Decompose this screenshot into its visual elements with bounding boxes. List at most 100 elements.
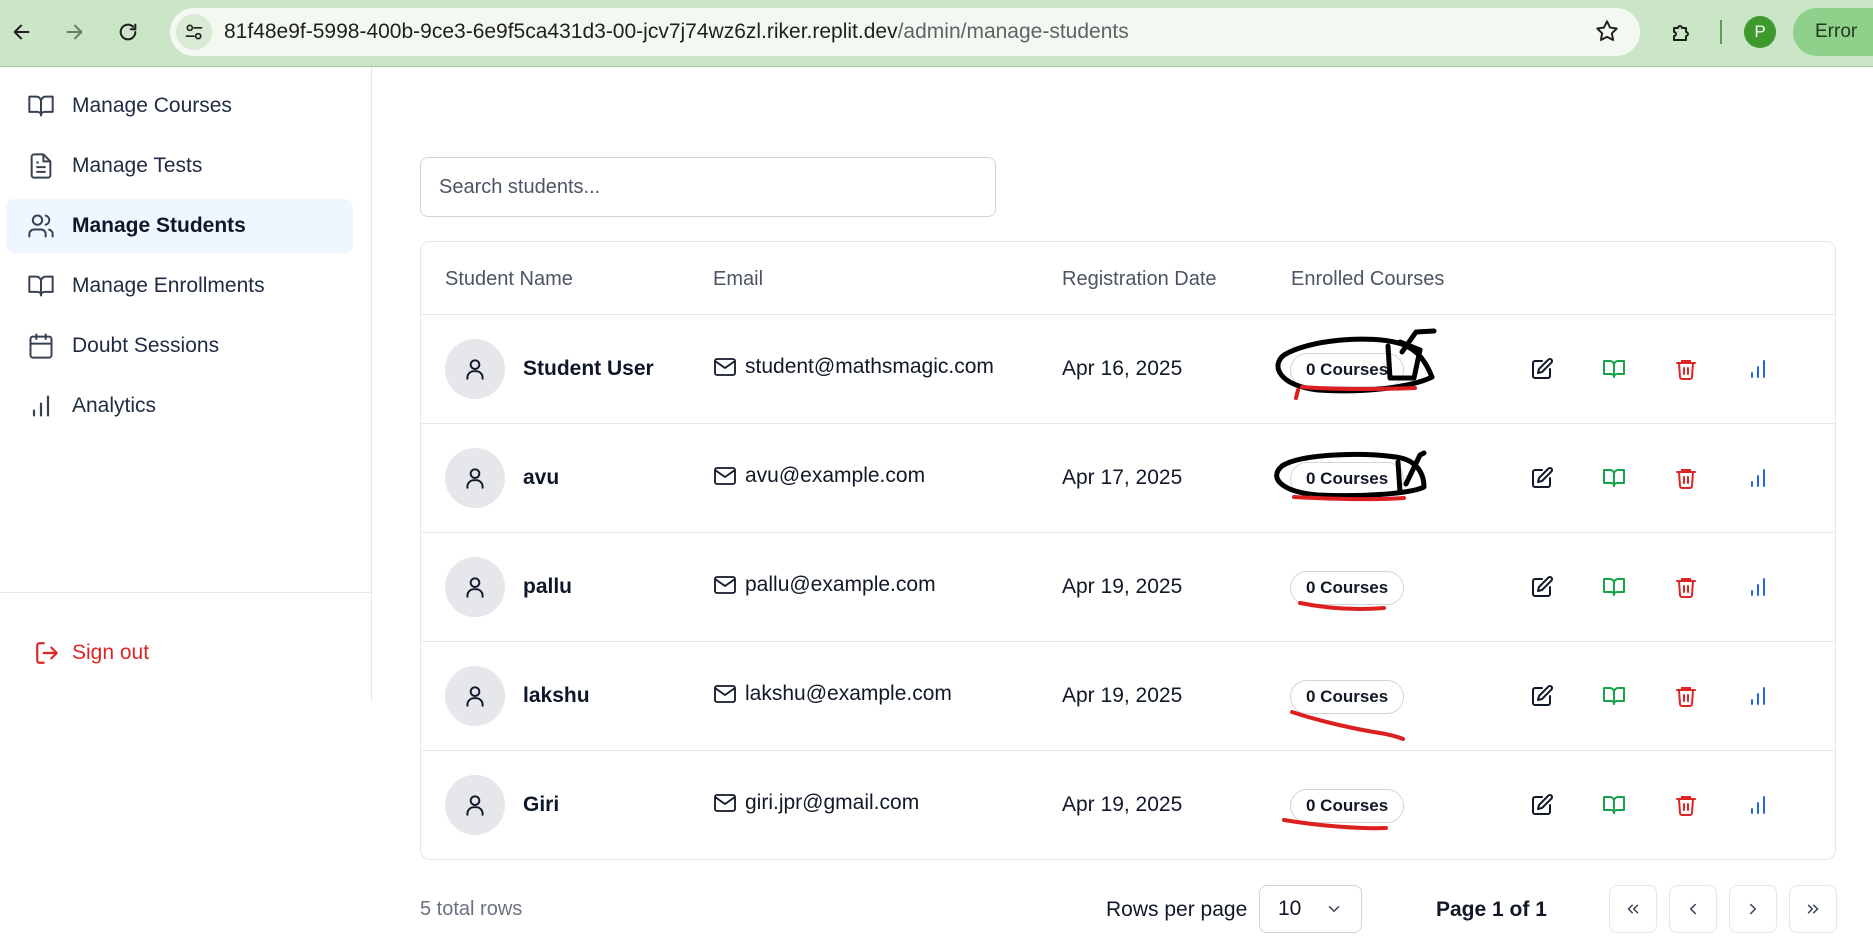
delete-student-button[interactable] bbox=[1670, 680, 1702, 712]
chevron-left-icon bbox=[1689, 903, 1696, 915]
error-button[interactable]: Error bbox=[1793, 8, 1873, 56]
sidebar-item-manage-courses[interactable]: Manage Courses bbox=[6, 79, 353, 133]
edit-student-button[interactable] bbox=[1526, 353, 1558, 385]
chevrons-left-icon bbox=[1627, 904, 1639, 914]
bookmark-star-button[interactable] bbox=[1594, 18, 1620, 44]
bar-chart-icon bbox=[26, 391, 56, 421]
book-open-icon bbox=[26, 271, 56, 301]
trash-icon bbox=[1674, 793, 1698, 817]
enrolled-courses-badge: 0 Courses bbox=[1290, 680, 1405, 714]
trash-icon bbox=[1674, 684, 1698, 708]
delete-student-button[interactable] bbox=[1670, 789, 1702, 821]
sidebar: Manage Courses Manage Tests Manage Stude… bbox=[0, 67, 372, 702]
previous-page-button[interactable] bbox=[1669, 885, 1717, 933]
delete-student-button[interactable] bbox=[1670, 571, 1702, 603]
edit-icon bbox=[1530, 466, 1554, 490]
extensions-button[interactable] bbox=[1664, 14, 1700, 50]
next-page-button[interactable] bbox=[1729, 885, 1777, 933]
student-analytics-button[interactable] bbox=[1742, 680, 1774, 712]
url-host: 81f48e9f-5998-400b-9ce3-6e9f5ca431d3-00-… bbox=[224, 20, 898, 43]
student-analytics-button[interactable] bbox=[1742, 789, 1774, 821]
email-text: lakshu@example.com bbox=[745, 682, 952, 705]
users-icon bbox=[26, 211, 56, 241]
last-page-button[interactable] bbox=[1789, 885, 1837, 933]
enrolled-courses-badge: 0 Courses bbox=[1290, 353, 1405, 387]
email-text: pallu@example.com bbox=[745, 573, 936, 596]
page-indicator: Page 1 of 1 bbox=[1436, 898, 1547, 921]
sidebar-item-doubt-sessions[interactable]: Doubt Sessions bbox=[6, 319, 353, 373]
table-header: Student Name Email Registration Date Enr… bbox=[421, 242, 1835, 315]
enrolled-courses-badge: 0 Courses bbox=[1290, 571, 1405, 605]
manage-enrollment-button[interactable] bbox=[1598, 680, 1630, 712]
first-page-button[interactable] bbox=[1609, 885, 1657, 933]
site-info-button[interactable] bbox=[176, 14, 212, 50]
student-email: giri.jpr@gmail.com bbox=[713, 791, 919, 815]
mail-icon bbox=[713, 464, 737, 488]
sidebar-item-manage-tests[interactable]: Manage Tests bbox=[6, 139, 353, 193]
email-text: giri.jpr@gmail.com bbox=[745, 791, 920, 814]
rows-per-page-value: 10 bbox=[1278, 897, 1302, 920]
search-students-input[interactable] bbox=[420, 157, 996, 217]
students-table: Student Name Email Registration Date Enr… bbox=[420, 241, 1836, 860]
column-header-registration-date[interactable]: Registration Date bbox=[1062, 268, 1217, 291]
star-icon bbox=[1596, 20, 1618, 41]
column-header-student-name[interactable]: Student Name bbox=[445, 268, 573, 291]
table-row: Student User student@mathsmagic.com Apr 16… bbox=[421, 315, 1835, 424]
registration-date: Apr 19, 2025 bbox=[1062, 684, 1183, 707]
back-button[interactable] bbox=[4, 14, 40, 50]
delete-student-button[interactable] bbox=[1670, 353, 1702, 385]
table-row: Giri giri.jpr@gmail.com Apr 19, 2025 0 Cour… bbox=[421, 751, 1835, 859]
manage-enrollment-button[interactable] bbox=[1598, 462, 1630, 494]
sidebar-item-label: Manage Tests bbox=[72, 154, 203, 177]
bar-chart-icon bbox=[1746, 575, 1770, 599]
student-email: lakshu@example.com bbox=[713, 682, 952, 706]
rows-per-page-select[interactable]: 10 bbox=[1259, 885, 1362, 933]
url-path: /admin/manage-students bbox=[897, 20, 1129, 43]
trash-icon bbox=[1674, 357, 1698, 381]
manage-enrollment-button[interactable] bbox=[1598, 571, 1630, 603]
address-bar[interactable]: 81f48e9f-5998-400b-9ce3-6e9f5ca431d3-00-… bbox=[170, 8, 1640, 56]
column-header-enrolled-courses[interactable]: Enrolled Courses bbox=[1291, 268, 1444, 291]
student-analytics-button[interactable] bbox=[1742, 571, 1774, 603]
enrolled-courses-badge: 0 Courses bbox=[1290, 462, 1405, 496]
sidebar-item-analytics[interactable]: Analytics bbox=[6, 379, 353, 433]
edit-icon bbox=[1530, 575, 1554, 599]
bar-chart-icon bbox=[1746, 793, 1770, 817]
column-header-email[interactable]: Email bbox=[713, 268, 763, 291]
registration-date: Apr 17, 2025 bbox=[1062, 466, 1183, 489]
student-analytics-button[interactable] bbox=[1742, 353, 1774, 385]
book-open-icon bbox=[1602, 357, 1626, 381]
table-row: lakshu lakshu@example.com Apr 19, 2025 0 Co… bbox=[421, 642, 1835, 751]
reload-icon bbox=[119, 23, 137, 41]
edit-student-button[interactable] bbox=[1526, 571, 1558, 603]
user-avatar-icon bbox=[445, 448, 505, 508]
trash-icon bbox=[1674, 466, 1698, 490]
delete-student-button[interactable] bbox=[1670, 462, 1702, 494]
student-email: avu@example.com bbox=[713, 464, 925, 488]
reload-button[interactable] bbox=[110, 14, 146, 50]
edit-student-button[interactable] bbox=[1526, 789, 1558, 821]
edit-student-button[interactable] bbox=[1526, 462, 1558, 494]
edit-icon bbox=[1530, 793, 1554, 817]
email-text: student@mathsmagic.com bbox=[745, 355, 994, 378]
chevron-right-icon bbox=[1750, 903, 1757, 915]
calendar-icon bbox=[26, 331, 56, 361]
book-open-icon bbox=[1602, 684, 1626, 708]
edit-student-button[interactable] bbox=[1526, 680, 1558, 712]
sidebar-item-manage-students[interactable]: Manage Students bbox=[6, 199, 353, 253]
manage-enrollment-button[interactable] bbox=[1598, 353, 1630, 385]
sidebar-item-manage-enrollments[interactable]: Manage Enrollments bbox=[6, 259, 353, 313]
student-analytics-button[interactable] bbox=[1742, 462, 1774, 494]
table-row: pallu pallu@example.com Apr 19, 2025 0 Cour… bbox=[421, 533, 1835, 642]
forward-button[interactable] bbox=[56, 14, 92, 50]
sign-out-button[interactable]: Sign out bbox=[34, 635, 149, 671]
trash-icon bbox=[1674, 575, 1698, 599]
email-text: avu@example.com bbox=[745, 464, 926, 487]
chevrons-right-icon bbox=[1807, 904, 1819, 914]
log-out-icon bbox=[34, 640, 60, 666]
manage-enrollment-button[interactable] bbox=[1598, 789, 1630, 821]
toolbar-separator bbox=[1720, 20, 1722, 44]
student-name: Student User bbox=[523, 357, 654, 380]
student-name: pallu bbox=[523, 575, 573, 598]
profile-avatar[interactable]: P bbox=[1744, 16, 1776, 48]
